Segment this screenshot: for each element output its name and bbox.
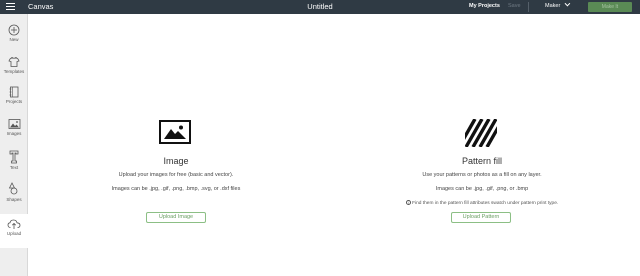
upload-pattern-button[interactable]: Upload Pattern [451, 212, 511, 223]
machine-select-label: Maker [545, 3, 561, 9]
shirt-icon [8, 57, 20, 67]
hamburger-menu-icon[interactable] [6, 3, 15, 11]
sidebar-item-new[interactable]: New [0, 24, 28, 54]
image-panel-formats: Images can be .jpg, .gif, .png, .bmp, .s… [111, 186, 241, 192]
sidebar-item-label: Text [9, 165, 19, 170]
pattern-fill-icon [465, 119, 497, 152]
sidebar-item-label: Templates [3, 69, 25, 74]
pattern-panel-note: i Find them in the pattern fill attribut… [342, 200, 622, 206]
sidebar-item-templates[interactable]: Templates [0, 56, 28, 86]
pattern-panel-description: Use your patterns or photos as a fill on… [422, 172, 542, 178]
image-panel-description: Upload your images for free (basic and v… [118, 172, 234, 178]
sidebar-item-text[interactable]: Text [0, 150, 28, 180]
app-title: Canvas [28, 2, 54, 11]
make-it-button[interactable]: Make It [588, 2, 632, 12]
upload-image-button[interactable]: Upload Image [146, 212, 206, 223]
left-sidebar: New Templates Projects Images Text Shape… [0, 14, 28, 276]
plus-circle-icon [8, 24, 20, 36]
image-icon [8, 119, 20, 129]
machine-select[interactable]: Maker [545, 0, 571, 9]
chevron-down-icon [564, 0, 571, 7]
my-projects-link[interactable]: My Projects [469, 3, 500, 9]
upload-cloud-icon [7, 219, 21, 229]
pattern-panel-note-text: Find them in the pattern fill attributes… [412, 200, 559, 206]
save-button[interactable]: Save [508, 3, 521, 9]
text-icon [9, 150, 19, 164]
sidebar-item-projects[interactable]: Projects [0, 86, 28, 116]
toolbar-divider [528, 2, 529, 12]
pattern-panel-title: Pattern fill [461, 156, 503, 166]
top-bar: Canvas Untitled My Projects Save Maker M… [0, 0, 640, 14]
image-upload-icon [159, 120, 191, 149]
sidebar-item-shapes[interactable]: Shapes [0, 182, 28, 212]
sidebar-item-images[interactable]: Images [0, 118, 28, 148]
sidebar-item-label: Upload [6, 231, 22, 236]
info-icon: i [405, 200, 411, 205]
sidebar-item-label: Shapes [6, 197, 22, 202]
sidebar-item-label: Projects [5, 99, 23, 104]
sidebar-item-label: New [9, 37, 19, 42]
sidebar-item-label: Images [6, 131, 22, 136]
sidebar-item-upload[interactable]: Upload [0, 214, 28, 248]
pattern-panel-formats: Images can be .jpg, .gif, .png, or .bmp [435, 186, 529, 192]
notebook-icon [9, 86, 19, 98]
image-panel-title: Image [163, 156, 189, 166]
document-title[interactable]: Untitled [307, 2, 332, 11]
shapes-icon [8, 182, 18, 195]
